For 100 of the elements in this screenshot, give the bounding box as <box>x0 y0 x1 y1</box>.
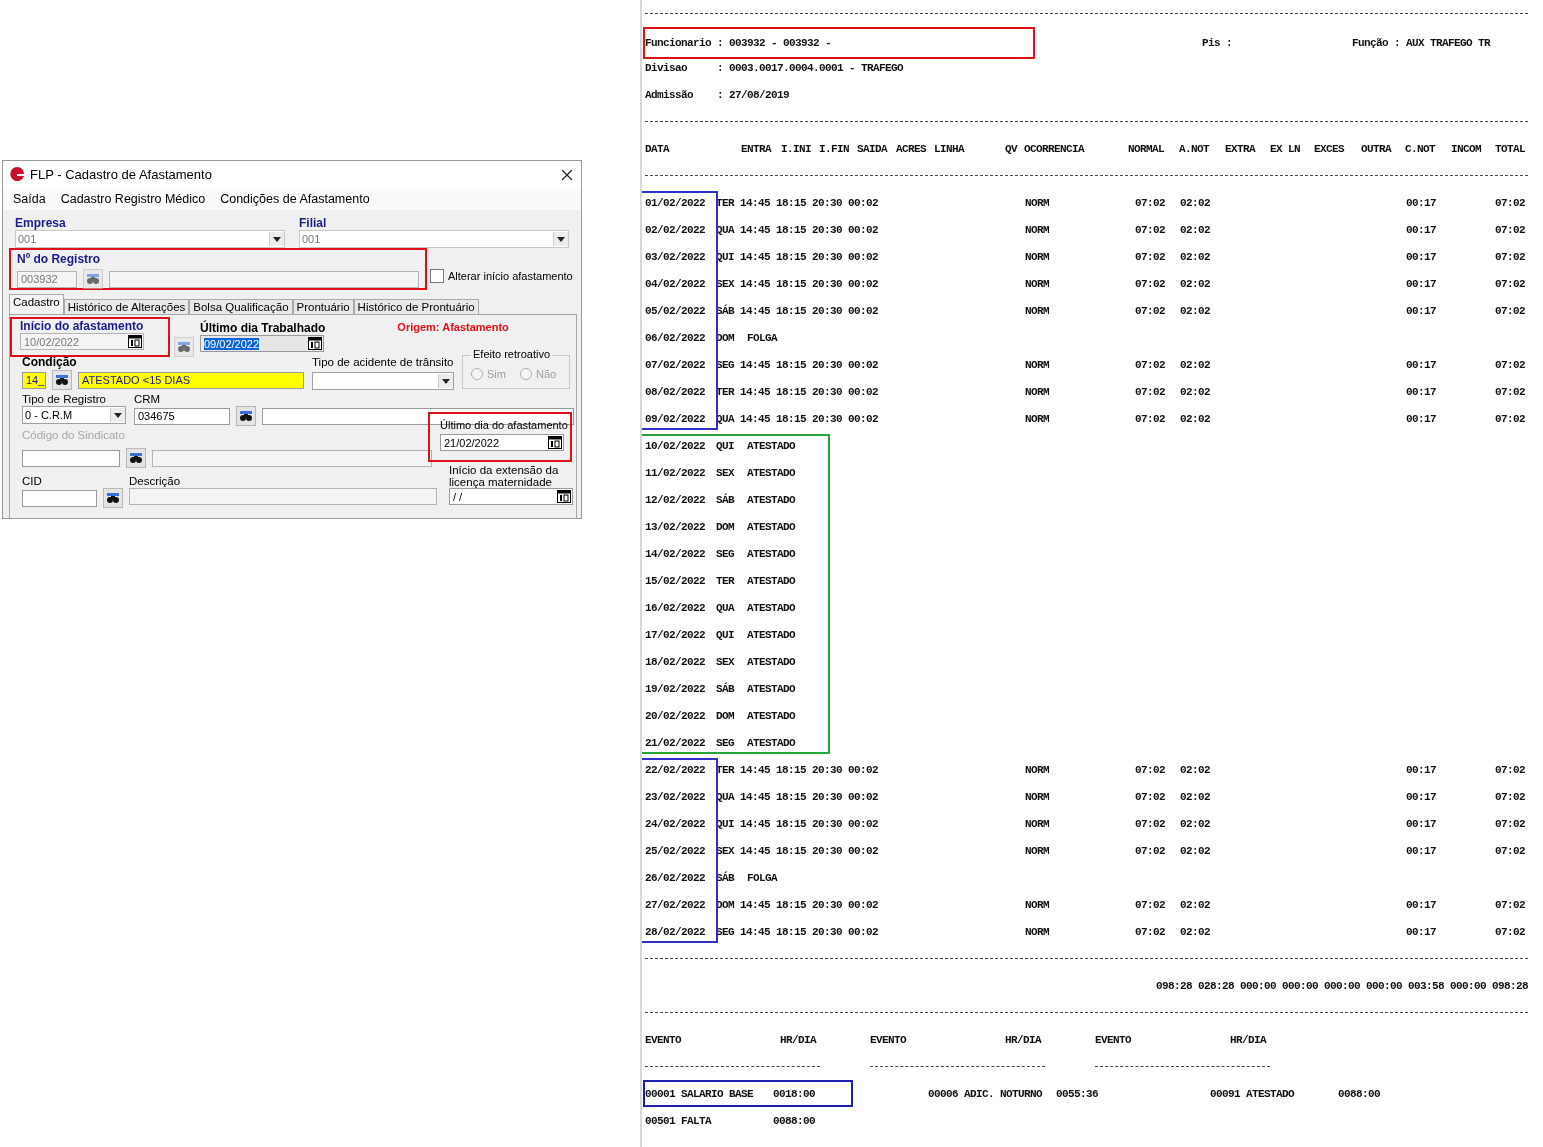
night-credit-cell-text: 00:17 <box>1406 898 1437 911</box>
night-hours-cell-text: 02:02 <box>1180 223 1211 236</box>
date-cell-text: 16/02/2022 <box>645 601 706 614</box>
times-cell-text: 14:45 18:15 20:30 00:02 <box>740 385 880 398</box>
radio-button[interactable] <box>471 368 483 380</box>
union-name-field[interactable] <box>152 449 432 467</box>
column-header: ENTRA <box>741 142 773 155</box>
weekday-cell-text: SÁB <box>716 493 736 506</box>
normal-cell-text: 07:02 <box>1135 790 1166 803</box>
field-label: Início do afastamento <box>20 319 144 333</box>
date-cell-text: 13/02/2022 <box>645 520 706 533</box>
occurrence-cell-text: ATESTADO <box>747 682 797 695</box>
times-cell-text: 14:45 18:15 20:30 00:02 <box>740 817 880 830</box>
night-credit-cell-text: 00:17 <box>1406 385 1437 398</box>
night-hours-cell-text: 02:02 <box>1180 898 1211 911</box>
checkbox[interactable] <box>430 269 444 283</box>
night-hours-cell-text: 02:02 <box>1180 196 1211 209</box>
total-cell-text: 07:02 <box>1495 196 1526 209</box>
search-button[interactable] <box>126 448 146 468</box>
night-hours-cell-text: 02:02 <box>1180 385 1211 398</box>
date-field[interactable]: 10/02/2022 <box>20 333 144 350</box>
tab[interactable]: Cadastro <box>9 294 64 314</box>
night-credit-cell-text: 00:17 <box>1406 277 1437 290</box>
date-cell-text: 02/02/2022 <box>645 223 706 236</box>
weekday-cell-text: SEX <box>716 655 736 668</box>
date-cell-text: 19/02/2022 <box>645 682 706 695</box>
window-title: FLP - Cadastro de Afastamento <box>30 167 213 182</box>
occurrence-cell-text: NORM <box>1025 925 1050 938</box>
condition-code-field[interactable]: 14_ <box>22 371 46 389</box>
times-cell-text: 14:45 18:15 20:30 00:02 <box>740 196 880 209</box>
search-button[interactable] <box>236 406 256 426</box>
night-hours-cell-text: 02:02 <box>1180 844 1211 857</box>
tab[interactable]: Bolsa Qualificação <box>189 299 293 314</box>
event-entry: 00001 SALARIO BASE 0018:00 <box>643 1080 853 1107</box>
cid-field[interactable] <box>22 489 97 507</box>
field-label: Tipo de acidente de trânsito <box>312 355 454 369</box>
column-header: QV <box>1005 142 1019 155</box>
field-label: Tipo de Registro <box>22 392 107 406</box>
occurrence-cell-text: ATESTADO <box>747 736 797 749</box>
accident-type-select[interactable] <box>312 372 454 390</box>
tab[interactable]: Histórico de Alterações <box>63 299 190 314</box>
column-header: EX LN <box>1270 142 1301 155</box>
radio-button[interactable] <box>519 368 532 380</box>
radio-label: Sim <box>487 368 506 380</box>
night-hours-cell-text: 02:02 <box>1180 250 1211 263</box>
registry-type-select[interactable]: 0 - C.R.M <box>22 406 126 424</box>
totals-line: 098:28 028:28 000:00 000:00 000:00 000:00 003:58 000:00 098:28 <box>1155 979 1528 992</box>
search-button[interactable] <box>52 370 72 390</box>
night-credit-cell-text: 00:17 <box>1406 925 1437 938</box>
calendar-icon <box>548 436 562 449</box>
occurrence-cell-text: ATESTADO <box>747 439 797 452</box>
weekday-cell-text: TER <box>716 385 736 398</box>
normal-cell-text: 07:02 <box>1135 250 1166 263</box>
normal-cell-text: 07:02 <box>1135 412 1166 425</box>
date-field[interactable]: / / <box>449 488 573 505</box>
condition-description-field[interactable]: ATESTADO <15 DIAS <box>78 371 304 389</box>
close-icon[interactable] <box>561 168 573 181</box>
night-hours-cell-text: 02:02 <box>1180 304 1211 317</box>
checkbox-label: Alterar início afastamento <box>448 270 573 282</box>
column-header: NORMAL <box>1128 142 1165 155</box>
binoculars-icon <box>129 452 143 464</box>
weekday-cell-text: SÁB <box>716 682 736 695</box>
event-entry: 00006 ADIC. NOTURNO 0055:36 <box>927 1086 1099 1102</box>
date-cell-text: 03/02/2022 <box>645 250 706 263</box>
menu-item[interactable]: Saída <box>13 192 46 206</box>
tab[interactable]: Histórico de Prontuário <box>353 299 479 314</box>
night-hours-cell-text: 02:02 <box>1180 925 1211 938</box>
company-select[interactable]: 001 <box>15 230 285 248</box>
binoculars-icon <box>55 374 69 386</box>
field-label: Início da extensão da licença maternidade <box>449 464 560 488</box>
binoculars-icon <box>86 273 100 285</box>
column-header: EXCES <box>1314 142 1346 155</box>
normal-cell-text: 07:02 <box>1135 925 1166 938</box>
weekday-cell-text: QUA <box>716 601 736 614</box>
night-credit-cell-text: 00:17 <box>1406 196 1437 209</box>
date-cell-text: 11/02/2022 <box>645 466 706 479</box>
occurrence-cell-text: NORM <box>1025 223 1050 236</box>
branch-select[interactable]: 001 <box>299 230 569 248</box>
times-cell-text: 14:45 18:15 20:30 00:02 <box>740 304 880 317</box>
crm-field[interactable]: 034675 <box>134 407 230 425</box>
occurrence-cell-text: ATESTADO <box>747 709 797 722</box>
menu-item[interactable]: Cadastro Registro Médico <box>60 192 206 206</box>
column-header: OCORRENCIA <box>1024 142 1086 155</box>
night-credit-cell-text: 00:17 <box>1406 844 1437 857</box>
column-header: EVENTO <box>1095 1033 1133 1046</box>
menu-item[interactable]: Condições de Afastamento <box>220 192 370 206</box>
registry-number-field[interactable]: 003932 <box>17 270 77 288</box>
field-label: CID <box>22 474 43 488</box>
date-field[interactable]: 21/02/2022 <box>440 434 564 451</box>
union-code-field[interactable] <box>22 449 120 467</box>
tab[interactable]: Prontuário <box>292 299 354 314</box>
date-field[interactable]: 09/02/2022 <box>200 335 324 352</box>
employee-name-field[interactable] <box>109 270 419 288</box>
date-cell-text: 14/02/2022 <box>645 547 706 560</box>
night-hours-cell-text: 02:02 <box>1180 358 1211 371</box>
normal-cell-text: 07:02 <box>1135 196 1166 209</box>
occurrence-cell-text: NORM <box>1025 898 1050 911</box>
search-button[interactable] <box>103 488 123 508</box>
description-field[interactable] <box>129 488 437 505</box>
column-header: TOTAL <box>1495 142 1526 155</box>
